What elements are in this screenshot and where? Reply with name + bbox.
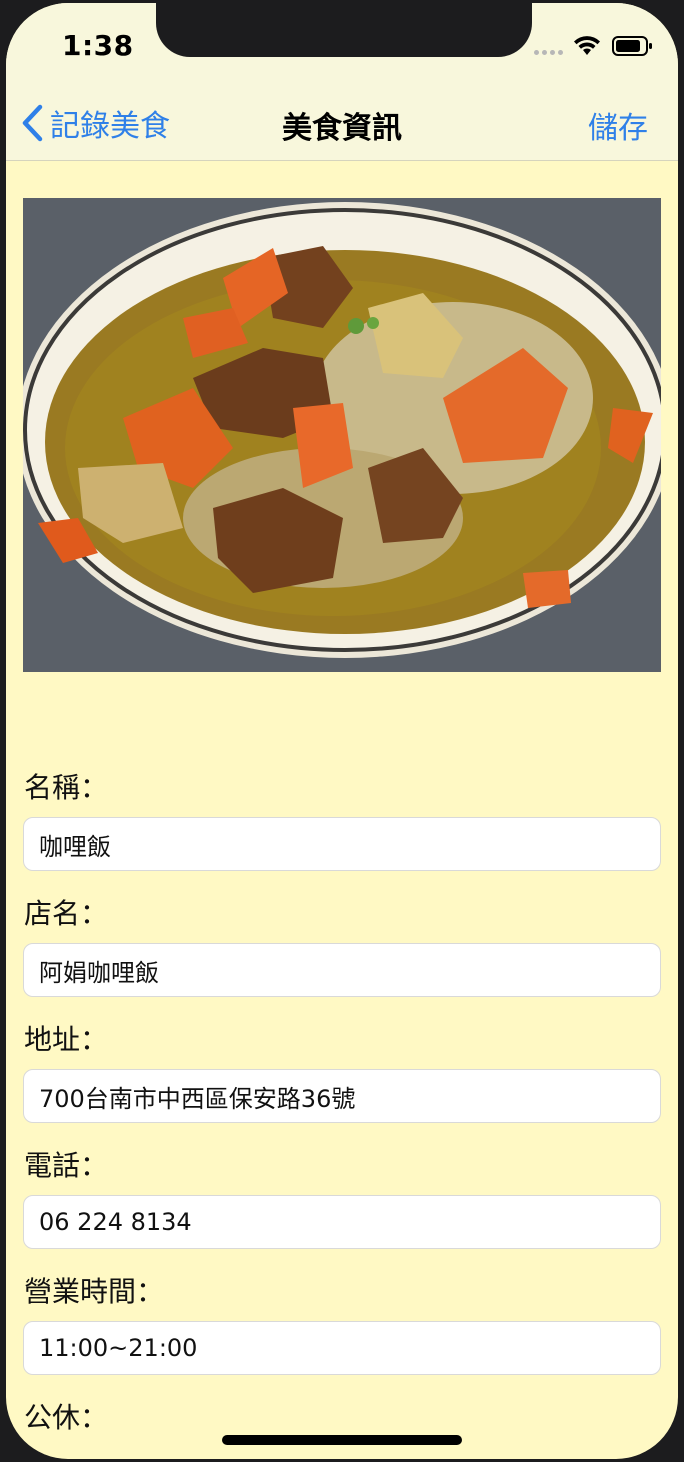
business-hours-label: 營業時間： [24,1275,165,1308]
shop-name-label: 店名： [24,897,109,930]
name-label: 名稱： [24,771,109,804]
navigation-bar: 記錄美食 美食資訊 儲存 [6,83,678,161]
phone-label: 電話： [24,1149,109,1182]
cellular-signal-icon [534,47,564,55]
wifi-icon [572,33,602,57]
page-title: 美食資訊 [282,111,402,146]
notch [156,3,532,57]
food-photo[interactable] [23,198,661,672]
food-form: 名稱： 咖哩飯 店名： 阿娟咖哩飯 地址： 700台南市中西區保安路36號 電話… [6,161,678,1459]
business-hours-field[interactable]: 11:00~21:00 [23,1321,661,1375]
shop-name-field[interactable]: 阿娟咖哩飯 [23,943,661,997]
closed-day-label: 公休： [24,1401,109,1434]
status-time: 1:38 [62,29,134,62]
save-button[interactable]: 儲存 [588,103,648,147]
address-label: 地址： [24,1023,109,1056]
address-field[interactable]: 700台南市中西區保安路36號 [23,1069,661,1123]
home-indicator[interactable] [222,1435,462,1445]
phone-screen: 1:38 記錄美食 美食資訊 儲存 名稱： 咖哩飯 店名： 阿娟咖哩飯 地址： … [6,3,678,1459]
battery-icon [612,36,652,56]
status-bar: 1:38 [6,3,678,83]
phone-field[interactable]: 06 224 8134 [23,1195,661,1249]
name-field[interactable]: 咖哩飯 [23,817,661,871]
